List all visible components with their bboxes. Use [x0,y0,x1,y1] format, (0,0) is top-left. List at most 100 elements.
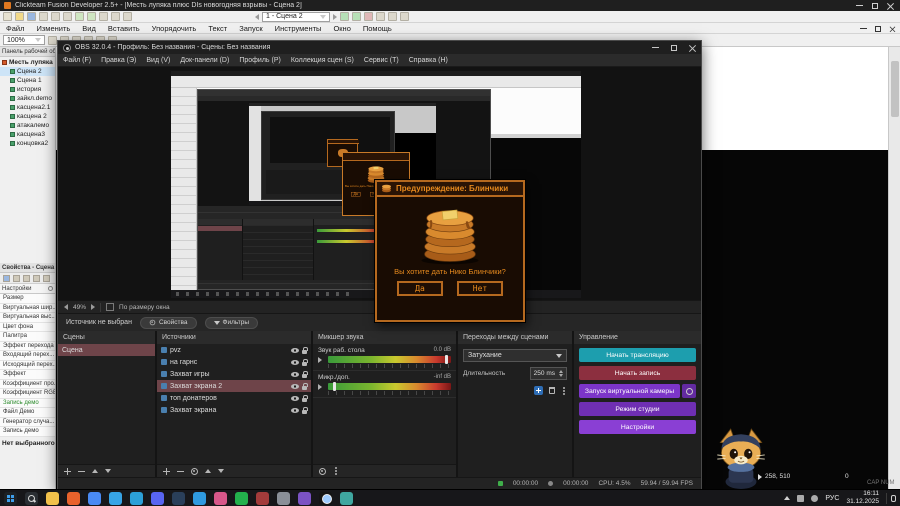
obs-menu-item[interactable]: Коллекция сцен (S) [286,57,359,64]
scrollbar-thumb[interactable] [891,61,899,117]
source-row[interactable]: Захват игры [157,368,311,380]
property-row[interactable]: Генератор случа... [0,417,55,427]
open-file-icon[interactable] [15,12,24,21]
close-icon[interactable] [890,26,896,32]
spin-up-icon[interactable] [559,370,563,373]
obs-menu-item[interactable]: Профиль (P) [234,57,286,64]
control-button[interactable]: Запуск виртуальной камеры [579,384,680,398]
run-frame-icon[interactable] [352,12,361,21]
workspace-tree-item[interactable]: атакалемо [0,121,55,130]
language-indicator[interactable]: РУС [825,495,839,502]
control-button[interactable]: Режим студии [579,402,696,416]
taskbar-app-icon[interactable] [256,491,269,505]
sources-dock-title[interactable]: Источники [157,331,311,344]
taskbar-app-icon[interactable] [172,491,185,505]
layout-tab-icon[interactable] [13,274,20,282]
remove-source-button[interactable] [177,467,184,475]
workspace-tree-item[interactable]: касцена 2 [0,112,55,121]
volume-fader[interactable] [332,382,336,391]
add-scene-button[interactable] [64,467,71,475]
obs-menu-item[interactable]: Правка (Э) [96,57,141,64]
transitions-dock-title[interactable]: Переходы между сценами [458,331,572,344]
settings-tab-label[interactable]: Настройки [2,286,31,292]
display-tab-icon[interactable] [23,274,30,282]
scenes-dock-title[interactable]: Сцены [58,331,155,344]
obs-menu-item[interactable]: Док-панели (D) [175,57,234,64]
visibility-icon[interactable] [291,371,299,377]
zoom-in-icon[interactable] [91,304,96,310]
new-file-icon[interactable] [3,12,12,21]
volume-meter[interactable] [328,355,451,364]
mixer-menu-button[interactable] [335,470,337,472]
toolbar-icon[interactable] [388,12,397,21]
property-row[interactable]: Эффект перехода [0,341,55,351]
visibility-icon[interactable] [291,395,299,401]
source-row[interactable]: pvz [157,344,311,356]
property-row[interactable]: Исходящий перех... [0,360,55,370]
fusion-menu-item[interactable]: Вставить [102,24,146,33]
lock-icon[interactable] [302,358,308,366]
run-application-icon[interactable] [340,12,349,21]
taskbar-app-icon[interactable] [25,491,38,505]
workspace-tree-item[interactable]: касцена3 [0,130,55,139]
paste-icon[interactable] [63,12,72,21]
transition-select[interactable]: Затухание [463,349,567,362]
zoom-selector[interactable]: 100% [3,35,45,45]
fusion-menu-item[interactable]: Помощь [357,24,398,33]
property-row[interactable]: Запись демо [0,398,55,408]
source-filters-button[interactable]: Фильтры [204,316,259,329]
visibility-icon[interactable] [291,347,299,353]
close-icon[interactable] [689,44,696,51]
visibility-icon[interactable] [291,359,299,365]
minimize-icon[interactable] [860,28,867,29]
obs-menu-item[interactable]: Вид (V) [141,57,175,64]
property-row[interactable]: Коэффициент про... [0,379,55,389]
visibility-icon[interactable] [291,383,299,389]
lock-icon[interactable] [302,346,308,354]
workspace-tree-item[interactable]: Сцена 2 [0,67,55,76]
close-icon[interactable] [887,2,894,9]
frame-editor-icon[interactable] [111,12,120,21]
obs-menu-item[interactable]: Справка (H) [404,57,453,64]
lock-icon[interactable] [302,382,308,390]
lock-icon[interactable] [302,394,308,402]
property-row[interactable]: Виртуальная шир... [0,303,55,313]
property-row[interactable]: Коэффициент RGB [0,389,55,399]
add-source-button[interactable] [163,467,170,475]
previous-frame-icon[interactable] [255,13,259,20]
speaker-icon[interactable] [318,356,325,363]
mixer-settings-button[interactable] [319,467,326,475]
controls-dock-title[interactable]: Управление [574,331,701,344]
undo-icon[interactable] [75,12,84,21]
editor-vertical-scrollbar[interactable] [888,47,900,489]
minimize-icon[interactable] [652,47,659,48]
frame-selector[interactable]: 1 - Сцена 2 [262,11,330,22]
vcam-config-button[interactable] [682,384,696,398]
taskbar-app-icon[interactable] [298,491,311,505]
stop-icon[interactable] [364,12,373,21]
speaker-icon[interactable] [318,383,325,390]
taskbar-app-icon[interactable] [109,491,122,505]
taskbar-app-icon[interactable] [88,491,101,505]
workspace-tree-item[interactable]: Месть лупяка п... [0,58,55,67]
property-row[interactable]: Цвет фона [0,322,55,332]
scene-up-button[interactable] [92,469,98,473]
fusion-menu-item[interactable]: Текст [202,24,233,33]
fusion-menu-item[interactable]: Изменить [30,24,76,33]
property-row[interactable]: Виртуальная выс... [0,313,55,323]
control-button[interactable]: Настройки [579,420,696,434]
source-row[interactable]: на гарнс [157,356,311,368]
property-row[interactable]: Размер [0,294,55,304]
fusion-menu-item[interactable]: Упорядочить [146,24,203,33]
property-row[interactable]: Входящий перех... [0,351,55,361]
toolbar-icon[interactable] [400,12,409,21]
control-button[interactable]: Начать трансляцию [579,348,696,362]
dialog-yes-button[interactable]: Да [397,281,443,296]
dialog-no-button[interactable]: Нет [457,281,503,296]
source-row[interactable]: Захват экрана [157,404,311,416]
spin-down-icon[interactable] [559,374,563,377]
maximize-icon[interactable] [671,44,677,51]
about-tab-icon[interactable] [43,274,50,282]
property-row[interactable]: Палитра [0,332,55,342]
network-icon[interactable] [811,494,819,502]
